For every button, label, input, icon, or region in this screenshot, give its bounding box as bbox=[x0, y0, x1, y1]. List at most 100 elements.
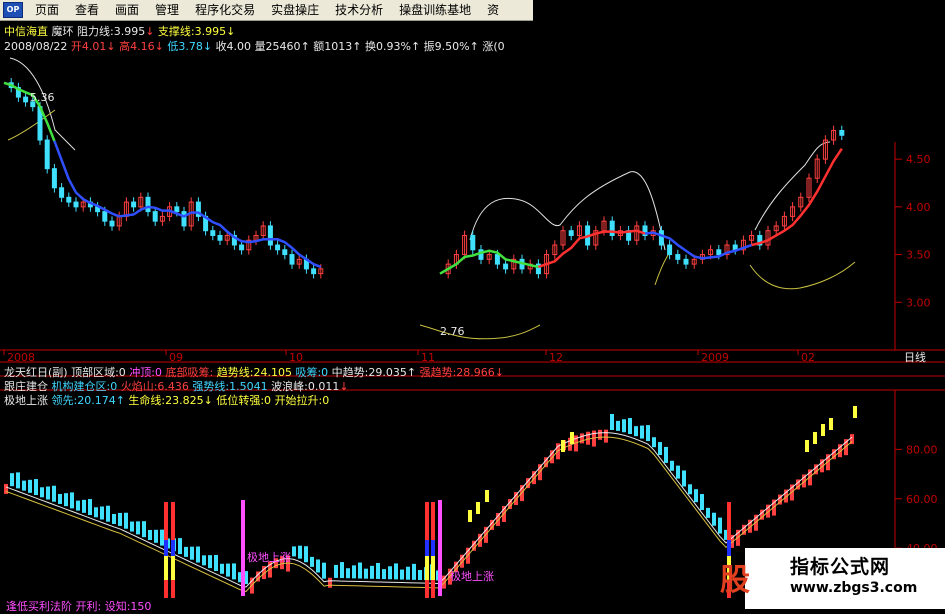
down-arrow-icon: ↓ bbox=[203, 394, 213, 407]
indicator-bar bbox=[220, 563, 224, 574]
candle-body bbox=[658, 230, 664, 246]
indicator-bar bbox=[400, 569, 404, 580]
indicator-bar bbox=[334, 564, 338, 578]
indicator-bar bbox=[82, 499, 86, 513]
indicator-bar bbox=[670, 460, 674, 471]
indicator-bar bbox=[700, 494, 704, 511]
lower-band bbox=[419, 324, 541, 340]
indicator-tick-label: 80.00 bbox=[906, 443, 938, 456]
candle-body bbox=[181, 211, 187, 227]
indicator-bar bbox=[136, 521, 140, 535]
indicator-bar bbox=[76, 500, 80, 511]
signal-spike-yellow bbox=[431, 556, 435, 580]
signal-spike-blue bbox=[431, 540, 435, 556]
candle-body bbox=[73, 201, 79, 208]
indicator-bar bbox=[160, 529, 164, 546]
indicator-bar bbox=[112, 513, 116, 524]
ma-line-blue bbox=[53, 140, 322, 269]
candle-body bbox=[109, 220, 115, 227]
annotation-extreme-rise: 极地上涨 bbox=[247, 550, 291, 564]
long-trend: 强趋势:28.966 bbox=[419, 366, 495, 379]
signal-yellow-bar bbox=[476, 502, 480, 514]
indicator-bar bbox=[22, 480, 26, 491]
indicator-header-3: 极地上涨 领先:20.174↑ 生命线:23.825↓ 低位转强:0 开始拉升:… bbox=[4, 392, 329, 408]
candle-body bbox=[568, 230, 574, 236]
candle-body bbox=[59, 187, 65, 198]
date-tick-label: 2009 bbox=[701, 351, 729, 364]
indicator-bar bbox=[712, 512, 716, 526]
start-pull: 开始拉升:0 bbox=[274, 394, 330, 407]
indicator-bar bbox=[292, 546, 296, 557]
indicator-bar bbox=[328, 577, 332, 588]
candle-body bbox=[66, 196, 72, 203]
indicator-bar bbox=[142, 521, 146, 538]
indicator-bar bbox=[346, 568, 350, 579]
indicator-bar bbox=[682, 470, 686, 487]
candle-body bbox=[174, 206, 180, 213]
signal-yellow-bar bbox=[853, 406, 857, 418]
high-note: 5.36 bbox=[30, 91, 55, 104]
bottom-text: 逢低买利法阶 开利: 设知:150 bbox=[6, 600, 152, 613]
signal-yellow-bar bbox=[485, 490, 489, 502]
candle-body bbox=[282, 249, 288, 256]
period-label[interactable]: 日线 bbox=[904, 350, 926, 364]
stock-chart[interactable]: 4.50 4.00 3.50 3.00 2008 09 10 11 12 2009 02 5.36… bbox=[0, 0, 945, 609]
signal-spike-blue bbox=[425, 540, 429, 556]
signal-spike bbox=[438, 500, 442, 596]
candle-body bbox=[217, 234, 223, 241]
moving-averages bbox=[3, 81, 843, 275]
down-arrow-icon: ↓ bbox=[494, 366, 505, 379]
indicator-bar bbox=[322, 562, 326, 579]
indicator-bar bbox=[310, 556, 314, 567]
signal-spike-yellow bbox=[171, 556, 175, 580]
indicator-bar bbox=[586, 431, 590, 445]
price-bands bbox=[7, 57, 856, 340]
indicator-bar bbox=[178, 538, 182, 555]
candle-body bbox=[152, 211, 158, 222]
indicator-bar bbox=[40, 487, 44, 498]
indicator-bar bbox=[412, 563, 416, 580]
signal-spike bbox=[241, 500, 245, 596]
candle-body bbox=[145, 196, 151, 213]
indicator-bar bbox=[70, 492, 74, 509]
indicator-bar bbox=[604, 429, 608, 443]
indicator-bar bbox=[16, 472, 20, 489]
indicator-bar bbox=[352, 565, 356, 579]
indicator-bar bbox=[148, 530, 152, 540]
up-arrow-icon: ↑ bbox=[115, 394, 125, 407]
indicator-bar bbox=[226, 563, 230, 577]
indicator-bar bbox=[394, 563, 398, 580]
indicator-bar bbox=[34, 479, 38, 496]
indicator-bar bbox=[100, 506, 104, 520]
indicator-bar bbox=[58, 493, 62, 504]
date-tick-label: 02 bbox=[801, 351, 815, 364]
candle-body bbox=[494, 254, 500, 265]
indicator-bar bbox=[634, 426, 638, 437]
indicator-bar bbox=[202, 555, 206, 566]
candle-body bbox=[839, 129, 845, 136]
indicator-bar bbox=[232, 563, 236, 580]
low-turn: 低位转强:0 bbox=[216, 394, 272, 407]
signal-yellow-bar bbox=[570, 432, 574, 444]
date-tick-label: 11 bbox=[421, 351, 435, 364]
indicator-bar bbox=[106, 505, 110, 522]
candle-body bbox=[51, 168, 57, 189]
indicator-bar bbox=[124, 512, 128, 529]
indicator-bar bbox=[418, 570, 422, 580]
indicator-bar bbox=[316, 559, 320, 573]
candlesticks bbox=[8, 78, 845, 279]
indicator-bar bbox=[388, 566, 392, 580]
indicator-bar bbox=[676, 465, 680, 479]
indicator-bar bbox=[28, 479, 32, 493]
signal-yellow-bar bbox=[821, 424, 825, 436]
indicator-bar bbox=[598, 429, 602, 440]
indicator-bar bbox=[46, 486, 50, 500]
indicator-bar bbox=[130, 521, 134, 532]
indicator-bar bbox=[298, 545, 302, 559]
candle-body bbox=[267, 225, 273, 246]
extreme-rise[interactable]: 极地上涨 bbox=[4, 394, 48, 407]
indicator-bar bbox=[154, 529, 158, 543]
indicator-bar bbox=[616, 420, 620, 431]
indicator-bar bbox=[94, 507, 98, 518]
signal-spike-blue bbox=[164, 540, 168, 556]
